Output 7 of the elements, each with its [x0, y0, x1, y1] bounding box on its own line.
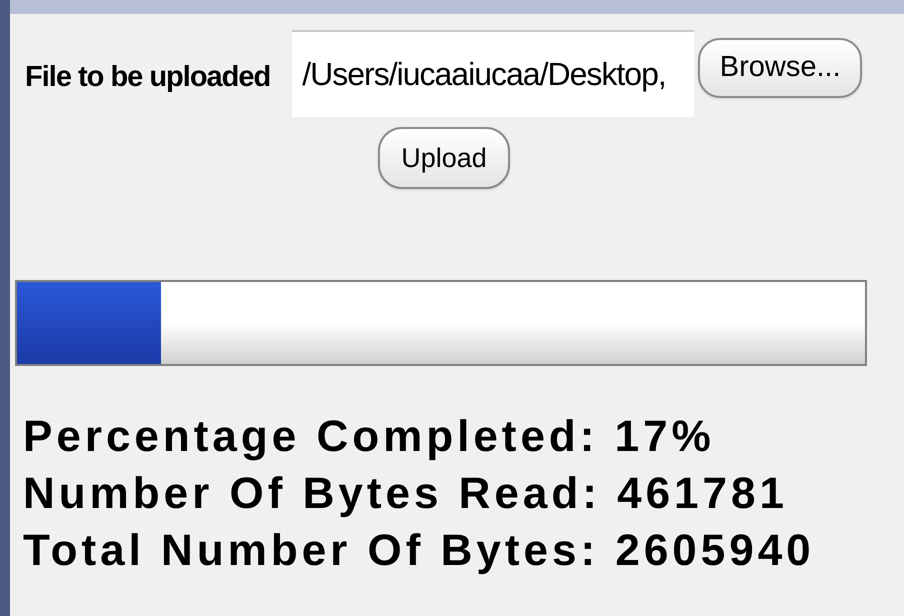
- status-text: Percentage Completed: 17%: [23, 411, 716, 463]
- status-text: Number Of Bytes Read: 461781: [23, 468, 789, 520]
- browse-button[interactable]: Browse...: [698, 38, 862, 98]
- status-text: Total Number Of Bytes: 2605940: [23, 525, 816, 577]
- file-path-field[interactable]: /Users/iucaaiucaa/Desktop,: [292, 30, 694, 117]
- field-label: File to be uploaded: [25, 60, 270, 95]
- upload-button[interactable]: Upload: [378, 127, 510, 189]
